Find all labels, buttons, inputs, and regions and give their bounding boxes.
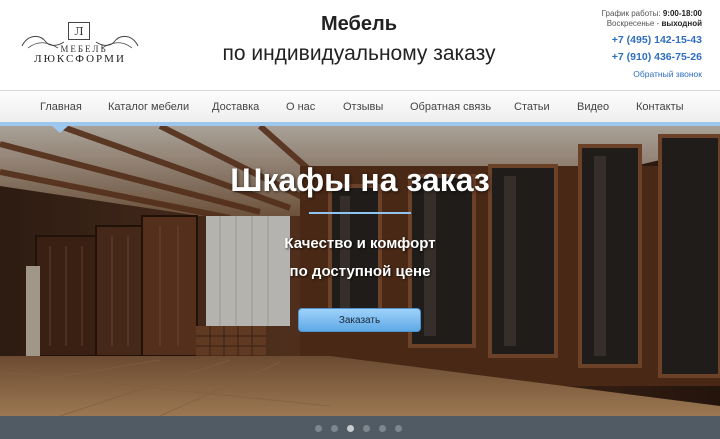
order-button[interactable]: Заказать [298, 308, 421, 332]
nav-item-delivery[interactable]: Доставка [212, 101, 259, 113]
title-line-1: Мебель [321, 13, 397, 35]
main-nav: Главная Каталог мебели Доставка О нас От… [0, 90, 720, 124]
slider-dot-2[interactable] [331, 425, 338, 432]
hero-subtitle-line-1: Качество и комфорт [284, 235, 436, 252]
contacts-block: График работы: 9:00-18:00 Воскресенье - … [542, 9, 702, 80]
slider-dot-3[interactable] [347, 425, 354, 432]
site-header: Л МЕБЕЛЬ ЛЮКСФОРМИ Мебель по индивидуаль… [0, 0, 720, 90]
logo-text-bottom: ЛЮКСФОРМИ [34, 53, 126, 65]
nav-item-articles[interactable]: Статьи [514, 101, 550, 113]
hero-title: Шкафы на заказ [230, 162, 490, 198]
nav-item-reviews[interactable]: Отзывы [343, 101, 383, 113]
title-line-2: по индивидуальному заказу [222, 42, 496, 65]
nav-item-contacts[interactable]: Контакты [636, 101, 684, 113]
slider-dot-6[interactable] [395, 425, 402, 432]
hero-divider [309, 212, 411, 214]
phone-2-link[interactable]: +7 (910) 436-75-26 [542, 50, 702, 64]
slider-dot-5[interactable] [379, 425, 386, 432]
page-title: Мебель по индивидуальному заказу [200, 10, 518, 68]
slider-dot-1[interactable] [315, 425, 322, 432]
hero-subtitle: Качество и комфорт по доступной цене [220, 230, 500, 286]
slider-dot-4[interactable] [363, 425, 370, 432]
nav-item-about[interactable]: О нас [286, 101, 315, 113]
callback-link[interactable]: Обратный звонок [542, 69, 702, 80]
nav-item-feedback[interactable]: Обратная связь [410, 101, 491, 113]
hero-slider: Шкафы на заказ Качество и комфорт по дос… [0, 126, 720, 416]
weekend-label: Воскресенье - [606, 19, 660, 28]
logo[interactable]: Л МЕБЕЛЬ ЛЮКСФОРМИ [18, 22, 142, 68]
hours-value: 9:00-18:00 [662, 9, 702, 18]
phone-1-link[interactable]: +7 (495) 142-15-43 [542, 33, 702, 47]
hours-label: График работы: [601, 9, 661, 18]
active-nav-indicator-icon [52, 126, 68, 133]
slider-pagination [0, 416, 720, 439]
weekend-info: Воскресенье - выходной [542, 19, 702, 29]
nav-item-video[interactable]: Видео [577, 101, 609, 113]
nav-item-home[interactable]: Главная [40, 101, 82, 113]
hero-subtitle-line-2: по доступной цене [289, 263, 431, 280]
weekend-value: выходной [661, 19, 703, 28]
work-hours: График работы: 9:00-18:00 [542, 9, 702, 19]
nav-item-catalog[interactable]: Каталог мебели [108, 101, 189, 113]
